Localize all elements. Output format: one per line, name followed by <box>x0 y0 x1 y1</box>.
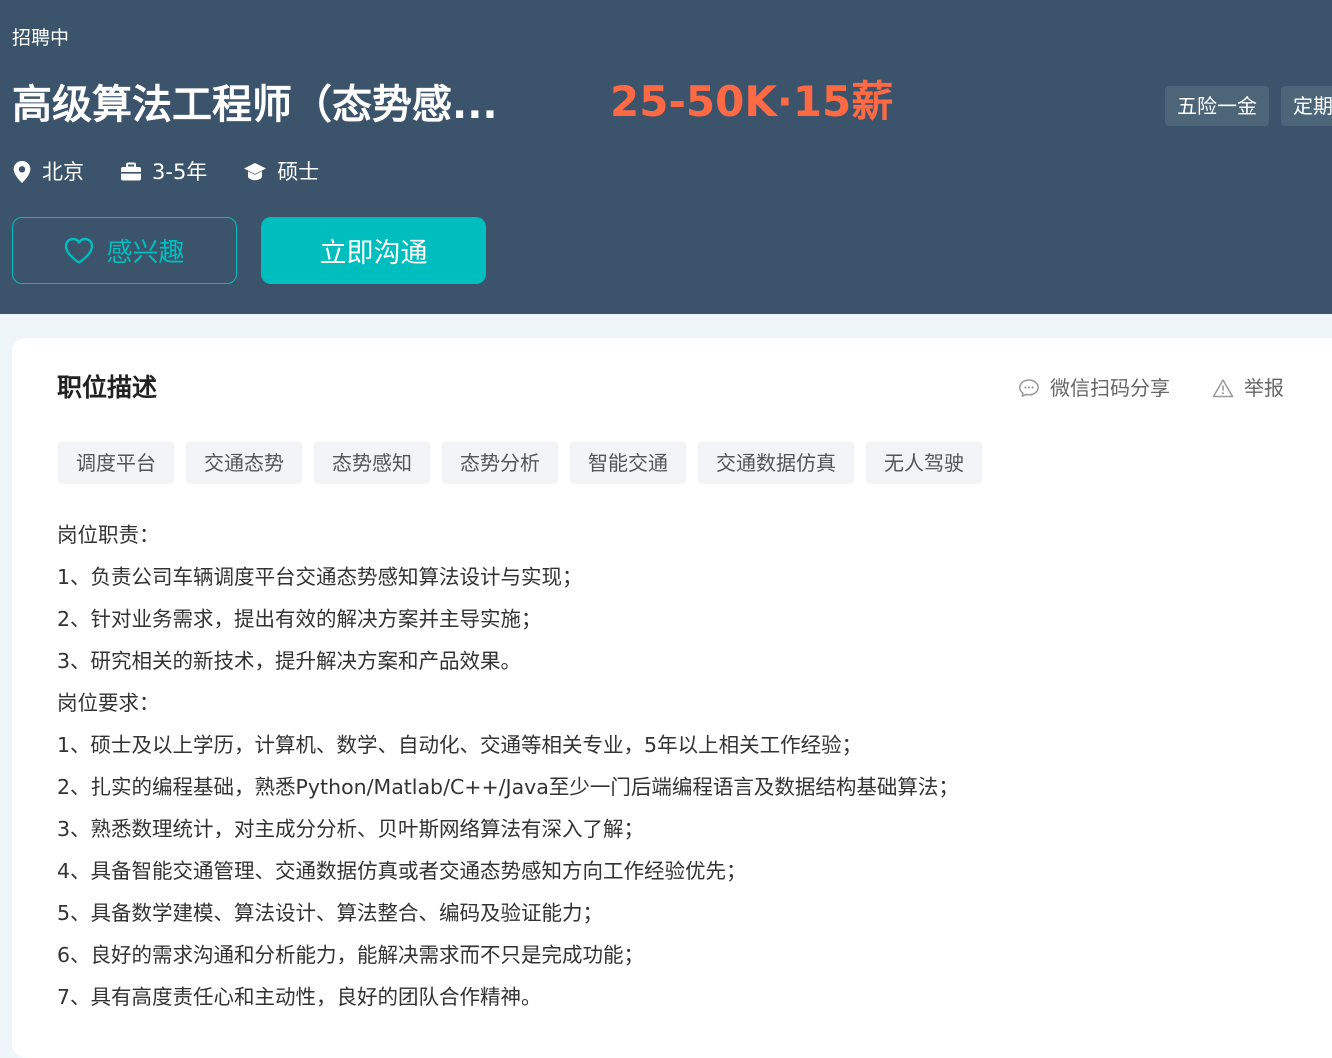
heart-icon <box>65 237 94 264</box>
job-header: 招聘中 高级算法工程师（态势感... 25-50K·15薪 五险一金 定期 北京… <box>0 0 1332 314</box>
card-actions: 微信扫码分享 举报 <box>1018 374 1284 402</box>
welfare-tag: 定期 <box>1281 86 1332 126</box>
experience-text: 3-5年 <box>152 160 208 184</box>
description-line: 6、良好的需求沟通和分析能力，能解决需求而不只是完成功能； <box>57 943 645 967</box>
skill-tag[interactable]: 调度平台 <box>58 442 174 484</box>
briefcase-icon <box>121 162 141 181</box>
skill-tag[interactable]: 态势分析 <box>442 442 558 484</box>
description-line: 4、具备智能交通管理、交通数据仿真或者交通态势感知方向工作经验优先； <box>57 859 747 883</box>
description-line: 1、硕士及以上学历，计算机、数学、自动化、交通等相关专业，5年以上相关工作经验； <box>57 733 863 757</box>
welfare-tag: 五险一金 <box>1165 86 1269 126</box>
skill-tag[interactable]: 无人驾驶 <box>866 442 982 484</box>
description-line: 1、负责公司车辆调度平台交通态势感知算法设计与实现； <box>57 565 583 589</box>
interest-button-label: 感兴趣 <box>106 238 185 268</box>
description-line: 2、针对业务需求，提出有效的解决方案并主导实施； <box>57 607 542 631</box>
location-text: 北京 <box>42 160 84 184</box>
description-line: 5、具备数学建模、算法设计、算法整合、编码及验证能力； <box>57 901 604 925</box>
graduation-cap-icon <box>244 163 267 181</box>
job-status: 招聘中 <box>12 27 70 49</box>
job-description-text: 岗位职责： 1、负责公司车辆调度平台交通态势感知算法设计与实现； 2、针对业务需… <box>57 518 959 1022</box>
job-salary: 25-50K·15薪 <box>610 77 894 126</box>
chat-now-button[interactable]: 立即沟通 <box>261 217 486 284</box>
wechat-share-button[interactable]: 微信扫码分享 <box>1018 374 1170 402</box>
description-line: 3、熟悉数理统计，对主成分分析、贝叶斯网络算法有深入了解； <box>57 817 645 841</box>
skill-tags: 调度平台 交通态势 态势感知 态势分析 智能交通 交通数据仿真 无人驾驶 <box>58 442 982 484</box>
job-experience: 3-5年 <box>120 158 207 186</box>
job-meta: 北京 3-5年 硕士 <box>12 158 355 186</box>
warning-icon <box>1212 379 1234 398</box>
job-description-card: 职位描述 微信扫码分享 举报 调度平台 交通态势 态势感知 态势分析 智能交通 … <box>12 338 1332 1058</box>
interest-button[interactable]: 感兴趣 <box>12 217 237 284</box>
skill-tag[interactable]: 智能交通 <box>570 442 686 484</box>
report-label: 举报 <box>1244 376 1284 400</box>
job-degree: 硕士 <box>243 158 319 186</box>
job-location: 北京 <box>12 158 84 186</box>
report-button[interactable]: 举报 <box>1212 374 1284 402</box>
skill-tag[interactable]: 交通态势 <box>186 442 302 484</box>
welfare-tags: 五险一金 定期 <box>1165 86 1332 126</box>
description-line: 7、具有高度责任心和主动性，良好的团队合作精神。 <box>57 985 542 1009</box>
skill-tag[interactable]: 交通数据仿真 <box>698 442 854 484</box>
section-title: 职位描述 <box>57 373 158 402</box>
degree-text: 硕士 <box>277 160 320 184</box>
wechat-share-label: 微信扫码分享 <box>1050 376 1170 400</box>
description-line: 2、扎实的编程基础，熟悉Python/Matlab/C++/Java至少一门后端… <box>57 775 959 799</box>
job-title: 高级算法工程师（态势感... <box>12 82 498 128</box>
description-line: 3、研究相关的新技术，提升解决方案和产品效果。 <box>57 649 522 673</box>
description-line: 岗位职责： <box>57 523 160 547</box>
chat-bubble-icon <box>1019 379 1039 397</box>
location-pin-icon <box>13 161 31 183</box>
skill-tag[interactable]: 态势感知 <box>314 442 430 484</box>
description-line: 岗位要求： <box>57 691 160 715</box>
